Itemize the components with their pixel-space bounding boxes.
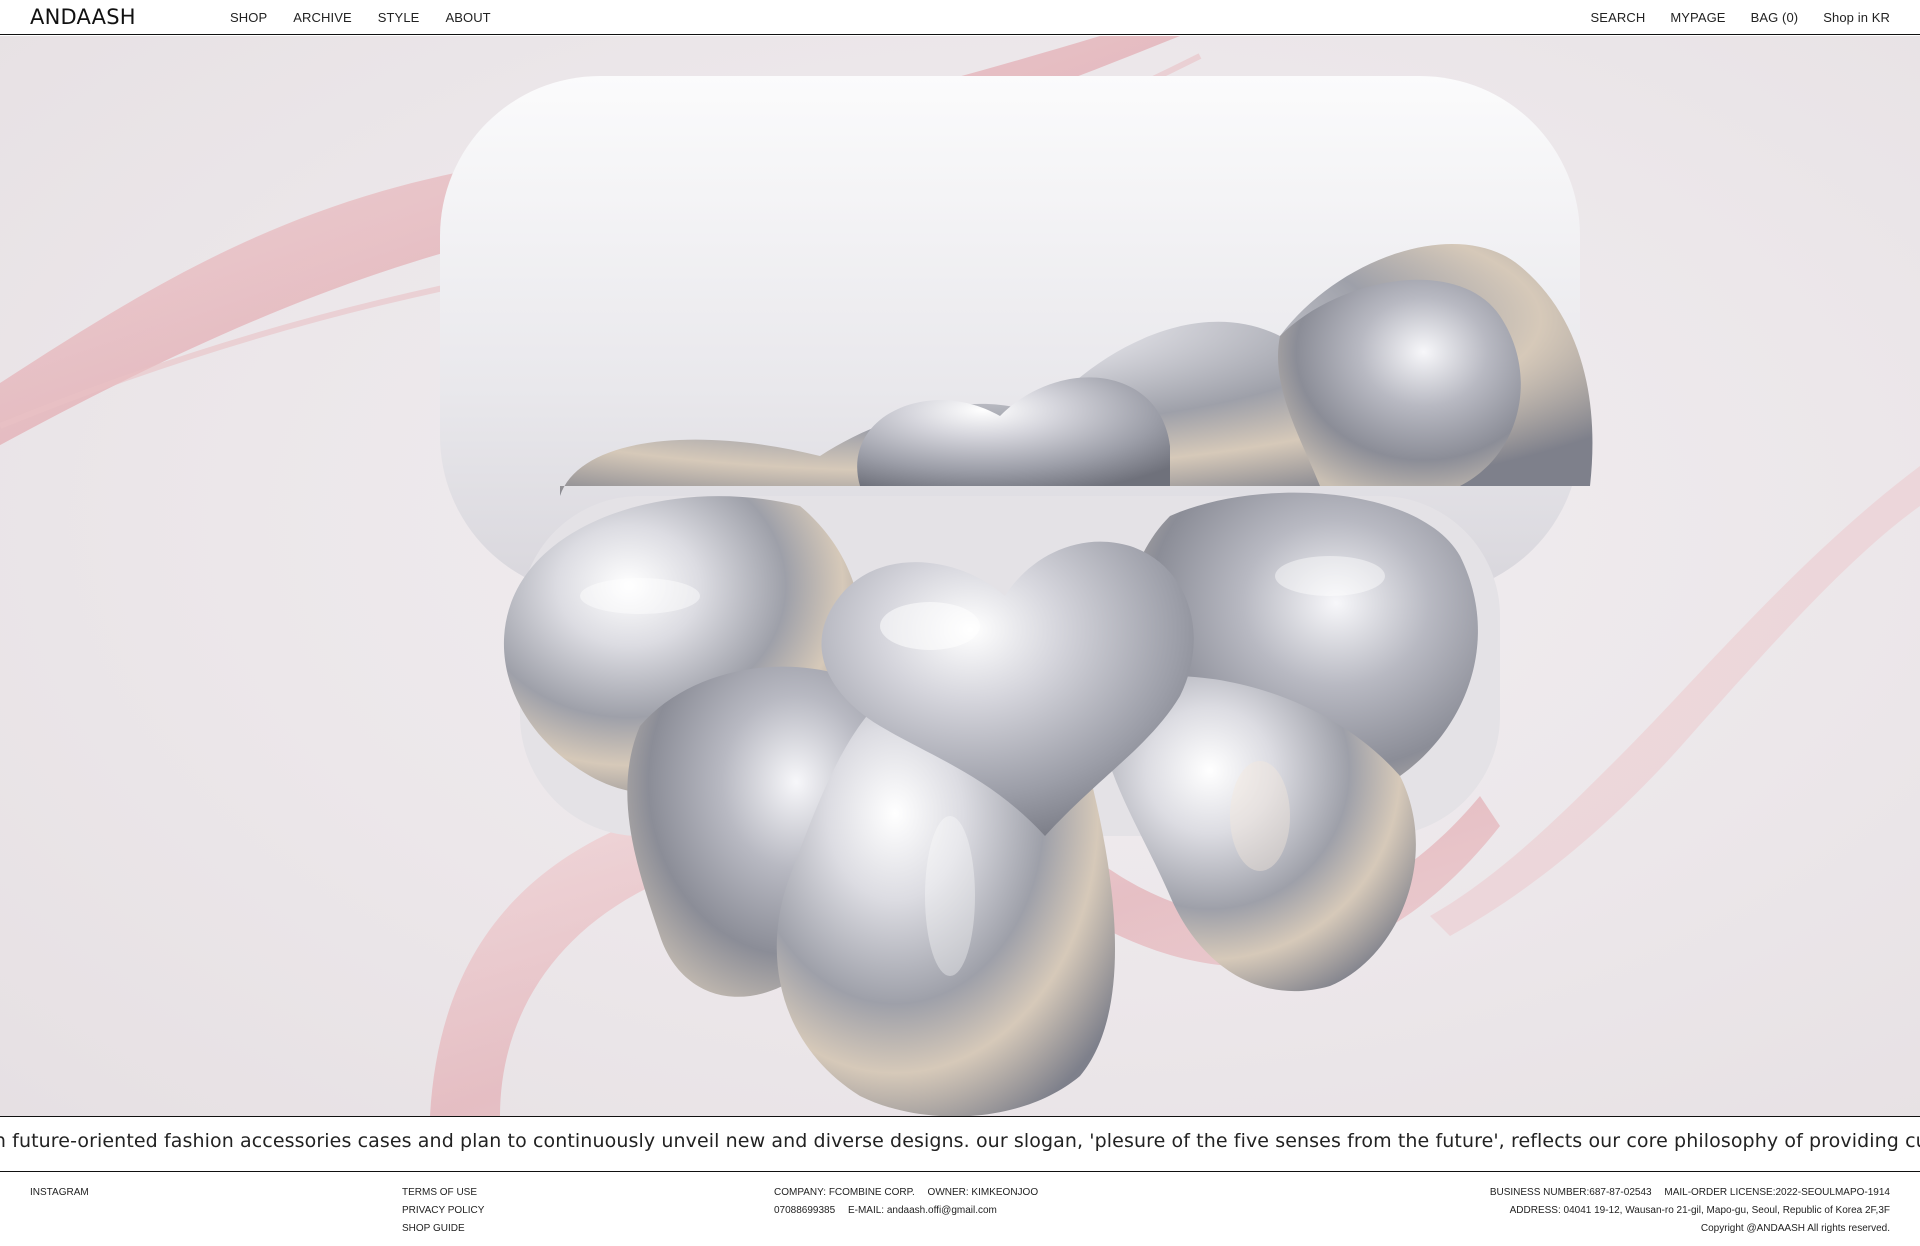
bag-link[interactable]: BAG (0): [1751, 10, 1799, 25]
footer-social: INSTAGRAM: [30, 1184, 89, 1202]
bow-lower: [503, 492, 1478, 1116]
nav-shop[interactable]: SHOP: [230, 10, 267, 25]
terms-link[interactable]: TERMS OF USE: [402, 1184, 484, 1202]
footer-policies: TERMS OF USE PRIVACY POLICY SHOP GUIDE: [402, 1184, 484, 1238]
company-name: COMPANY: FCOMBINE CORP.: [774, 1187, 915, 1198]
business-number: BUSINESS NUMBER:687-87-02543: [1489, 1187, 1652, 1198]
footer-company: COMPANY: FCOMBINE CORP. OWNER: KIMKEONJO…: [774, 1184, 1038, 1220]
search-link[interactable]: SEARCH: [1591, 10, 1646, 25]
mypage-link[interactable]: MYPAGE: [1670, 10, 1725, 25]
brand-logo[interactable]: ANDAASH: [30, 5, 200, 29]
nav-style[interactable]: STYLE: [378, 10, 420, 25]
copyright-text: Copyright @ANDAASH All rights reserved.: [1700, 1223, 1890, 1234]
slogan-marquee: alize in future-oriented fashion accesso…: [0, 1116, 1920, 1172]
instagram-link[interactable]: INSTAGRAM: [30, 1184, 89, 1202]
privacy-link[interactable]: PRIVACY POLICY: [402, 1202, 484, 1220]
hero-illustration: [0, 36, 1920, 1116]
shop-region-link[interactable]: Shop in KR: [1823, 10, 1890, 25]
owner-name: OWNER: KIMKEONJOO: [927, 1187, 1039, 1198]
mail-order-license: MAIL-ORDER LICENSE:2022-SEOULMAPO-1914: [1664, 1187, 1890, 1198]
footer-legal: BUSINESS NUMBER:687-87-02543 MAIL-ORDER …: [1490, 1184, 1890, 1238]
nav-about[interactable]: ABOUT: [445, 10, 490, 25]
utility-nav: SEARCH MYPAGE BAG (0) Shop in KR: [1591, 10, 1890, 25]
site-header: ANDAASH SHOP ARCHIVE STYLE ABOUT SEARCH …: [0, 0, 1920, 35]
phone-number: 07088699385: [774, 1205, 836, 1216]
nav-archive[interactable]: ARCHIVE: [293, 10, 352, 25]
email-address[interactable]: E-MAIL: andaash.offi@gmail.com: [848, 1205, 997, 1216]
shop-guide-link[interactable]: SHOP GUIDE: [402, 1220, 484, 1238]
hero-visual: [0, 36, 1920, 1116]
main-nav: SHOP ARCHIVE STYLE ABOUT: [230, 10, 491, 25]
site-footer: INSTAGRAM TERMS OF USE PRIVACY POLICY SH…: [0, 1172, 1920, 1246]
marquee-text: alize in future-oriented fashion accesso…: [0, 1130, 1920, 1152]
company-address: ADDRESS: 04041 19-12, Wausan-ro 21-gil, …: [1509, 1205, 1890, 1216]
